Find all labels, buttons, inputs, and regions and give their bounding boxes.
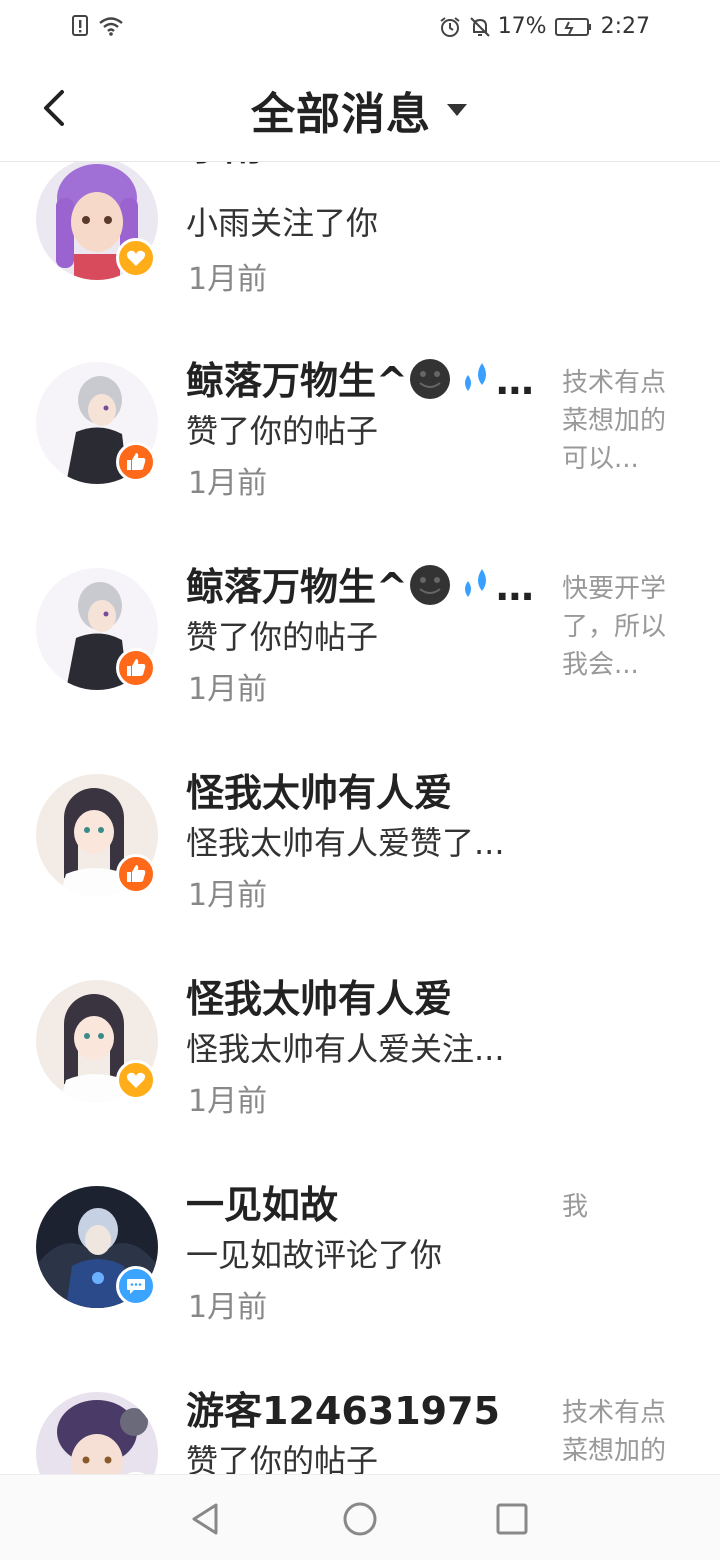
page-title: 全部消息: [251, 89, 431, 140]
message-action: 赞了你的帖子: [186, 618, 379, 656]
thumbs-up-icon: [116, 854, 156, 894]
message-item[interactable]: 鲸落万物生^… 赞了你的帖子 1月前 快要开学了，所以我会...: [0, 546, 720, 752]
sweat-droplets-icon: [452, 563, 496, 616]
message-action: 一见如故评论了你: [186, 1236, 443, 1274]
nav-home-button[interactable]: [340, 1499, 380, 1539]
alarm-icon: [438, 15, 460, 39]
sim-alert-icon: [70, 14, 92, 38]
square-recents-icon: [496, 1503, 528, 1535]
message-action: 怪我太帅有人爱赞了...: [186, 824, 505, 862]
post-preview[interactable]: 技术有点菜想加的: [562, 1394, 682, 1470]
comment-preview[interactable]: 我: [562, 1188, 682, 1226]
post-preview[interactable]: 技术有点菜想加的可以...: [562, 364, 682, 478]
sender-name: 怪我太帅有人爱: [186, 771, 453, 815]
smiley-face-icon: [408, 357, 452, 410]
thumbs-up-icon: [116, 648, 156, 688]
nav-back-button[interactable]: [186, 1499, 226, 1539]
message-item[interactable]: 怪我太帅有人爱 怪我太帅有人爱赞了... 1月前: [0, 752, 720, 958]
sender-name: 鲸落万物生^…: [186, 556, 534, 616]
sender-name: 一见如故: [186, 1183, 339, 1227]
smiley-face-icon: [408, 563, 452, 616]
message-item[interactable]: 一见如故 一见如故评论了你 1月前 我: [0, 1164, 720, 1370]
title-dropdown[interactable]: 全部消息: [0, 78, 720, 142]
message-time: 1月前: [188, 466, 268, 501]
sender-name: 怪我太帅有人爱: [186, 977, 453, 1021]
message-time: 1月前: [188, 878, 268, 913]
sweat-droplets-icon: [452, 357, 496, 410]
mute-icon: [468, 15, 490, 39]
nav-recents-button[interactable]: [492, 1499, 532, 1539]
message-item[interactable]: 鲸落万物生^… 赞了你的帖子 1月前 技术有点菜想加的可以...: [0, 340, 720, 546]
message-action: 小雨关注了你: [186, 204, 379, 242]
message-action: 赞了你的帖子: [186, 1442, 379, 1474]
battery-icon: [554, 15, 593, 39]
circle-home-icon: [343, 1502, 377, 1536]
comment-icon: [116, 1266, 156, 1306]
message-action: 怪我太帅有人爱关注...: [186, 1030, 505, 1068]
message-item[interactable]: 小雨 小雨关注了你 1月前: [0, 162, 720, 320]
message-item[interactable]: 怪我太帅有人爱 怪我太帅有人爱关注... 1月前: [0, 958, 720, 1164]
message-action: 赞了你的帖子: [186, 412, 379, 450]
header-bar: 全部消息: [0, 56, 720, 162]
sender-name: 游客124631975: [186, 1389, 500, 1433]
avatar[interactable]: [36, 1392, 158, 1474]
message-time: 1月前: [188, 1084, 268, 1119]
status-bar: 17% 2:27: [0, 0, 720, 56]
caret-down-icon: [447, 104, 467, 116]
sender-name: 鲸落万物生^…: [186, 350, 534, 410]
heart-icon: [116, 238, 156, 278]
thumbs-up-icon: [116, 442, 156, 482]
message-time: 1月前: [188, 1290, 268, 1325]
heart-icon: [116, 1060, 156, 1100]
sender-name: 小雨: [186, 162, 262, 171]
message-list[interactable]: 小雨 小雨关注了你 1月前 鲸落万物生^… 赞了你的帖子 1月前 技术有点菜想加…: [0, 162, 720, 1474]
system-nav-bar: [0, 1474, 720, 1560]
message-time: 1月前: [188, 672, 268, 707]
message-item[interactable]: 游客124631975 赞了你的帖子 技术有点菜想加的: [0, 1370, 720, 1474]
post-preview[interactable]: 快要开学了，所以我会...: [562, 570, 682, 684]
wifi-icon: [98, 14, 123, 38]
triangle-back-icon: [192, 1503, 218, 1535]
clock-time: 2:27: [600, 14, 650, 39]
battery-percent: 17%: [497, 14, 547, 39]
message-time: 1月前: [188, 262, 268, 297]
